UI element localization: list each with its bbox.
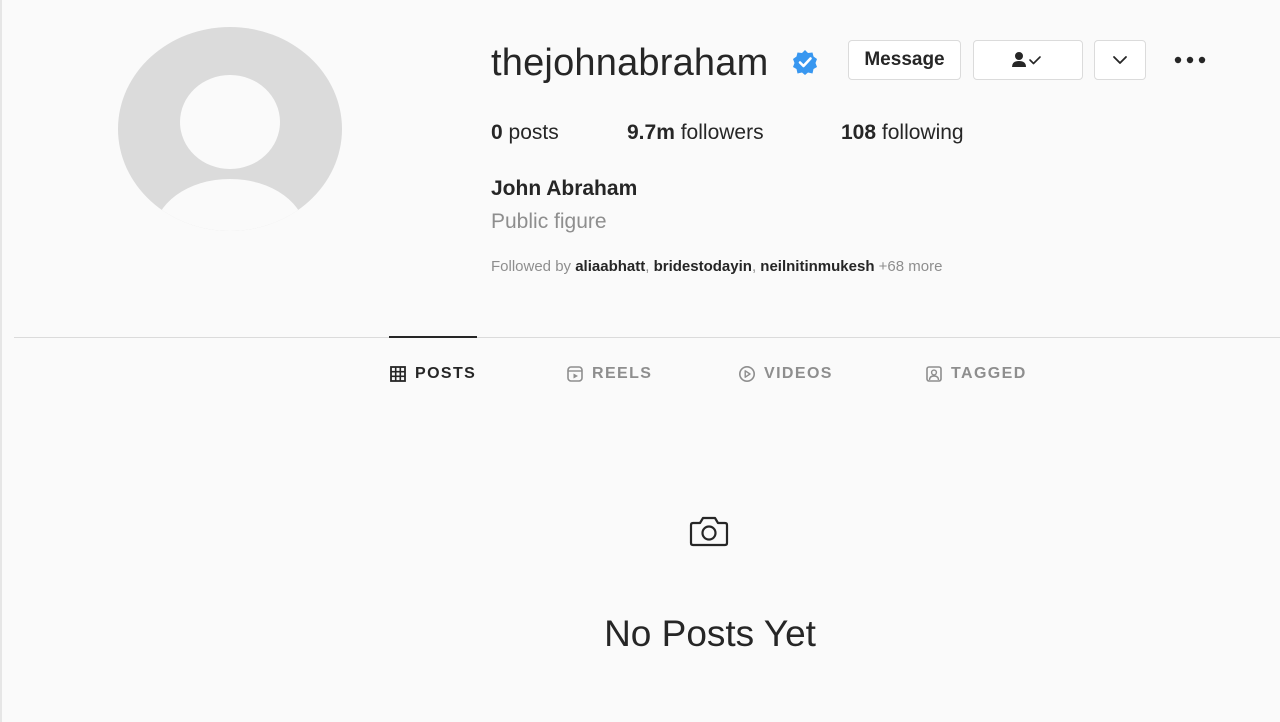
chevron-down-icon bbox=[1113, 56, 1127, 64]
followed-by-more[interactable]: +68 more bbox=[879, 258, 943, 275]
followed-by-line[interactable]: Followed by aliaabhatt, bridestodayin, n… bbox=[491, 257, 942, 277]
play-circle-icon bbox=[739, 366, 755, 382]
followed-by-name[interactable]: neilnitinmukesh bbox=[760, 258, 874, 275]
active-tab-indicator bbox=[389, 336, 477, 338]
tab-posts-label: POSTS bbox=[415, 365, 477, 382]
posts-count-value: 0 bbox=[491, 121, 503, 144]
posts-count-label: posts bbox=[508, 121, 559, 144]
followed-by-name[interactable]: bridestodayin bbox=[654, 258, 752, 275]
profile-avatar[interactable] bbox=[118, 27, 342, 231]
followers-count-label: followers bbox=[680, 121, 764, 144]
tab-videos-label: VIDEOS bbox=[764, 365, 833, 382]
reels-icon bbox=[567, 366, 583, 382]
message-button[interactable]: Message bbox=[848, 40, 961, 80]
followers-link[interactable]: 9.7m followers bbox=[627, 119, 764, 147]
tab-reels-label: REELS bbox=[592, 365, 653, 382]
tagged-icon bbox=[926, 366, 942, 382]
more-options-button[interactable] bbox=[1170, 48, 1210, 72]
more-horizontal-icon bbox=[1174, 56, 1206, 64]
default-avatar-body bbox=[154, 179, 306, 231]
tab-tagged-label: TAGGED bbox=[951, 365, 1027, 382]
following-button[interactable] bbox=[973, 40, 1083, 80]
posts-count: 0 posts bbox=[491, 119, 559, 147]
verified-badge-icon bbox=[793, 50, 817, 75]
following-count-value: 108 bbox=[841, 121, 877, 144]
profile-full-name: John Abraham bbox=[491, 177, 638, 200]
tab-posts[interactable]: POSTS bbox=[389, 363, 476, 385]
tab-reels[interactable]: REELS bbox=[566, 363, 652, 385]
followers-count-value: 9.7m bbox=[627, 121, 675, 144]
tab-videos[interactable]: VIDEOS bbox=[738, 363, 833, 385]
profile-username: thejohnabraham bbox=[491, 42, 769, 84]
camera-icon bbox=[689, 516, 729, 547]
person-check-icon bbox=[1012, 52, 1041, 67]
tab-tagged[interactable]: TAGGED bbox=[925, 363, 1027, 385]
tabs-divider bbox=[14, 337, 1280, 338]
suggested-accounts-button[interactable] bbox=[1094, 40, 1146, 80]
following-count-label: following bbox=[881, 121, 964, 144]
followed-by-prefix: Followed by bbox=[491, 258, 572, 275]
grid-icon bbox=[390, 366, 406, 382]
profile-category: Public figure bbox=[491, 210, 607, 233]
followed-by-name[interactable]: aliaabhatt bbox=[575, 258, 645, 275]
empty-state-title: No Posts Yet bbox=[604, 613, 816, 654]
default-avatar-icon bbox=[180, 75, 280, 169]
following-link[interactable]: 108 following bbox=[841, 119, 964, 147]
